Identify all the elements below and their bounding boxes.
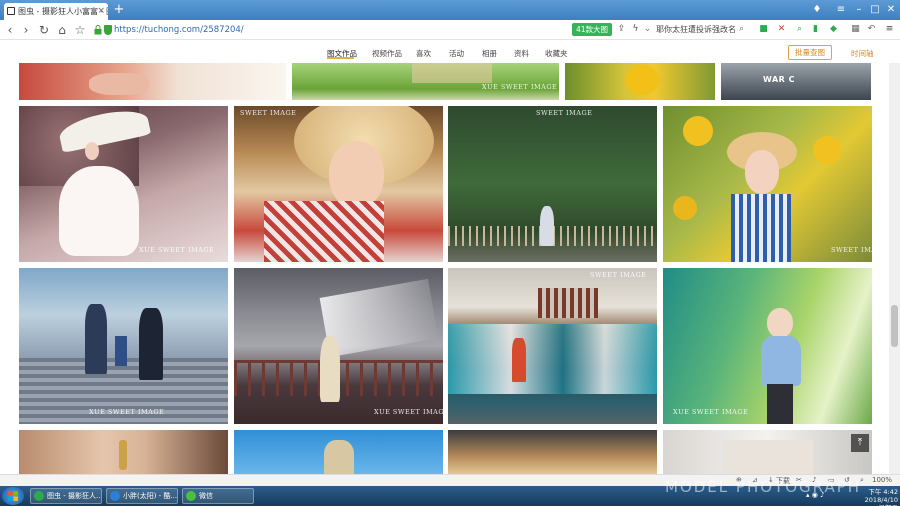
photo-thumbnail[interactable] [234, 430, 443, 474]
system-tray[interactable]: ▴ ◉ ♪ [806, 491, 825, 499]
bookmark-star-icon[interactable]: ☆ [72, 22, 88, 38]
undo-icon[interactable]: ↶ [866, 24, 877, 35]
kugou-icon [110, 491, 120, 501]
new-tab-button[interactable]: + [112, 3, 126, 17]
minimize-button[interactable]: – [852, 3, 866, 16]
start-button[interactable] [2, 487, 24, 505]
photo-thumbnail[interactable]: SWEET IMAGE [663, 106, 872, 262]
corner-watermark-text: MODEL PHOTOGRAPH [665, 478, 862, 496]
adblock-icon[interactable]: ✕ [776, 24, 787, 35]
tab-title: 图虫 - 摄影狂人小富富 - 图虫网 [18, 7, 108, 16]
shield-icon [104, 25, 112, 35]
taskbar-item-wechat[interactable]: 微信 [182, 488, 254, 504]
menu-icon[interactable]: ≡ [884, 24, 895, 35]
sign-text: WAR C [763, 75, 795, 84]
timeline-link[interactable]: 时间轴 [851, 48, 874, 59]
taskbar-item-browser[interactable]: 图虫 - 摄影狂人... [30, 488, 102, 504]
photo-thumbnail[interactable] [565, 63, 715, 100]
tab-favorites[interactable]: 收藏夹 [545, 48, 568, 59]
photo-watermark: SWEET IMAGE [831, 246, 872, 254]
photo-watermark: SWEET IMAGE [536, 109, 593, 117]
share-icon[interactable]: ⇪ [616, 24, 627, 35]
photo-watermark: XUE SWEET IMAGE [374, 408, 443, 416]
skin-icon[interactable]: ♦ [810, 3, 824, 16]
address-bar[interactable]: https://tuchong.com/2587204/ [92, 22, 650, 38]
back-icon[interactable]: ‹ [2, 22, 18, 38]
taskbar-item-label: 微信 [199, 492, 213, 500]
tab-albums[interactable]: 相册 [482, 48, 497, 59]
photo-thumbnail[interactable]: SWEET IMAGE [448, 268, 657, 424]
photo-watermark: XUE SWEET IMAGE [482, 83, 558, 91]
search-icon[interactable]: ⌕ [736, 24, 747, 35]
photo-thumbnail[interactable]: XUE SWEET IMAGE [19, 268, 228, 424]
lock-icon [94, 25, 102, 35]
tab-video-works[interactable]: 视频作品 [372, 48, 402, 59]
zoom-icon[interactable]: ⌕ [794, 24, 805, 35]
chevron-down-icon[interactable]: ⌄ [642, 24, 653, 35]
refresh-icon[interactable]: ↻ [36, 22, 52, 38]
apps-grid-icon[interactable]: ▦ [850, 24, 861, 35]
active-tab-underline [327, 57, 354, 59]
maximize-button[interactable]: □ [868, 3, 882, 16]
extension-icon[interactable]: ■ [758, 24, 769, 35]
tab-profile[interactable]: 资料 [514, 48, 529, 59]
photo-thumbnail[interactable]: XUE SWEET IMAGE [292, 63, 559, 100]
big-image-badge[interactable]: 41款大图 [572, 23, 612, 36]
site-nav: 图文作品 视频作品 喜欢 活动 相册 资料 收藏夹 [0, 41, 900, 63]
photo-watermark: XUE SWEET IMAGE [673, 408, 749, 416]
back-to-top-button[interactable]: ⤒ [851, 434, 869, 452]
browser-icon [34, 491, 44, 501]
photo-watermark: XUE SWEET IMAGE [89, 408, 165, 416]
security-icon[interactable]: ◆ [828, 24, 839, 35]
batch-view-button[interactable]: 批量查图 [788, 45, 832, 60]
taskbar-item-label: 图虫 - 摄影狂人... [47, 492, 102, 500]
photo-thumbnail[interactable]: WAR C [721, 63, 871, 100]
photo-watermark: SWEET IMAGE [590, 271, 647, 279]
tab-likes[interactable]: 喜欢 [416, 48, 431, 59]
menu-icon[interactable]: ≡ [834, 3, 848, 16]
forward-icon[interactable]: › [18, 22, 34, 38]
home-icon[interactable]: ⌂ [54, 22, 70, 38]
photo-thumbnail[interactable] [663, 430, 872, 474]
taskbar-item-kugou[interactable]: 小胖(太阳) - 酷... [106, 488, 178, 504]
photo-thumbnail[interactable] [19, 430, 228, 474]
zoom-level[interactable]: 100% [872, 476, 892, 484]
translate-icon[interactable]: ▮ [810, 24, 821, 35]
lightning-icon[interactable]: ϟ [630, 24, 641, 35]
photo-thumbnail[interactable]: XUE SWEET IMAGE [19, 106, 228, 262]
window-tab-bar: 图虫 - 摄影狂人小富富 - 图虫网 × + ♦ ≡ – □ ✕ [0, 0, 900, 20]
close-button[interactable]: ✕ [884, 3, 898, 16]
url-text: https://tuchong.com/2587204/ [114, 25, 244, 35]
photo-thumbnail[interactable] [448, 430, 657, 474]
scrollbar[interactable] [889, 63, 900, 474]
photo-thumbnail[interactable]: SWEET IMAGE [448, 106, 657, 262]
system-clock[interactable]: 下午 4:42 2018/4/10 星期二 [858, 488, 898, 506]
photo-watermark: SWEET IMAGE [240, 109, 297, 117]
windows-logo-icon [8, 491, 18, 501]
tab-events[interactable]: 活动 [449, 48, 464, 59]
wechat-icon [186, 491, 196, 501]
taskbar-item-label: 小胖(太阳) - 酷... [123, 492, 178, 500]
photo-watermark: XUE SWEET IMAGE [139, 246, 215, 254]
photo-thumbnail[interactable]: XUE SWEET IMAGE [234, 268, 443, 424]
tab-close-icon[interactable]: × [97, 3, 105, 20]
clock-time: 下午 4:42 [868, 488, 898, 496]
browser-tab[interactable]: 图虫 - 摄影狂人小富富 - 图虫网 × [4, 3, 108, 20]
photo-thumbnail[interactable] [19, 63, 286, 100]
clock-date: 2018/4/10 星期二 [864, 496, 898, 506]
tab-favicon [7, 7, 15, 15]
photo-thumbnail[interactable]: XUE SWEET IMAGE [663, 268, 872, 424]
scrollbar-thumb[interactable] [891, 305, 898, 347]
photo-thumbnail[interactable]: SWEET IMAGE [234, 106, 443, 262]
news-ticker[interactable]: 耶你太狂遭投诉强改名 [656, 22, 736, 38]
